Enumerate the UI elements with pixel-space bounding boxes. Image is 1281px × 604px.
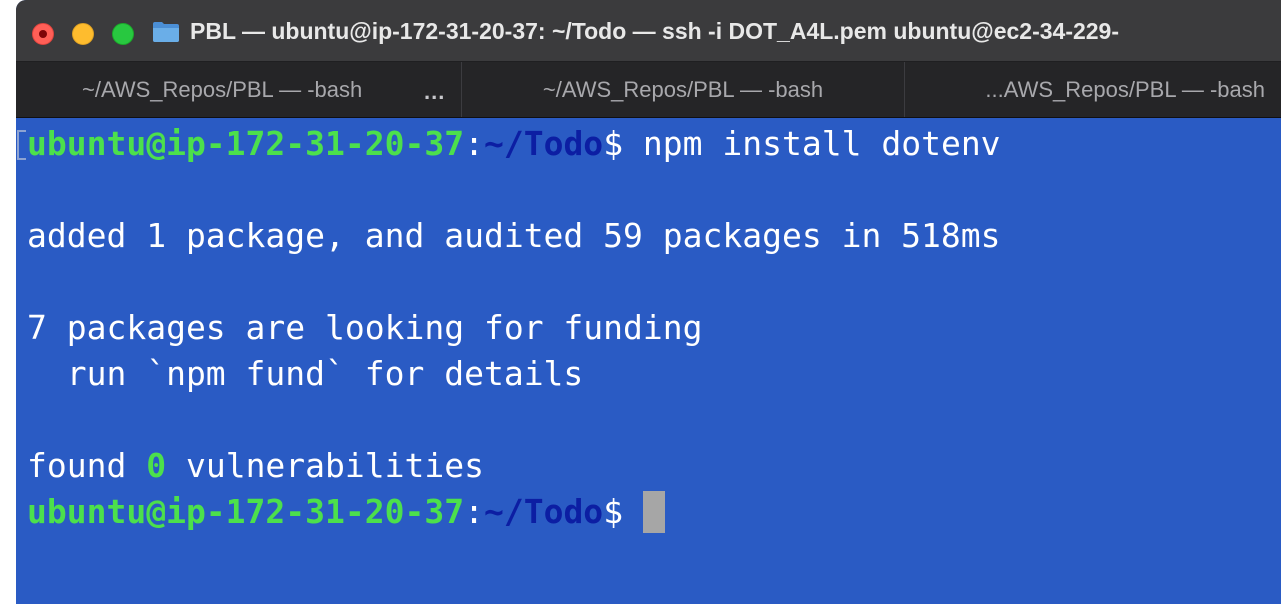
terminal-window: PBL — ubuntu@ip-172-31-20-37: ~/Todo — s… (16, 0, 1281, 604)
terminal-output[interactable]: ubuntu@ip-172-31-20-37:~/Todo$ npm insta… (16, 118, 1281, 604)
tab-overflow-icon[interactable]: ... (424, 64, 445, 119)
tab-bash-1[interactable]: ~/AWS_Repos/PBL — -bash ... (16, 62, 461, 117)
title-bar[interactable]: PBL — ubuntu@ip-172-31-20-37: ~/Todo — s… (16, 0, 1281, 62)
minimize-button[interactable] (72, 23, 94, 45)
prompt-path: ~/Todo (483, 492, 604, 531)
prompt-path: ~/Todo (483, 124, 604, 163)
close-button[interactable] (32, 23, 54, 45)
output-found-prefix: found (27, 446, 147, 485)
prompt-user-host: ubuntu@ip-172-31-20-37 (27, 124, 465, 163)
vulnerability-count: 0 (146, 446, 167, 485)
output-fund-hint: run `npm fund` for details (27, 354, 584, 393)
output-found-suffix: vulnerabilities (166, 446, 484, 485)
mark-bracket-icon (17, 130, 26, 160)
command-line: ubuntu@ip-172-31-20-37:~/Todo$ npm insta… (27, 121, 1001, 167)
tab-bar: ~/AWS_Repos/PBL — -bash ... ~/AWS_Repos/… (16, 62, 1281, 118)
prompt-colon: : (464, 492, 484, 531)
tab-label: ~/AWS_Repos/PBL — -bash (542, 77, 824, 102)
output-vulnerabilities: found 0 vulnerabilities (27, 443, 484, 489)
prompt-dollar: $ (603, 124, 624, 163)
prompt-colon: : (464, 124, 484, 163)
prompt-dollar: $ (603, 492, 624, 531)
tab-label: ~/AWS_Repos/PBL — -bash (82, 77, 363, 102)
tab-bash-3[interactable]: ...AWS_Repos/PBL — -bash (904, 62, 1281, 117)
output-funding: 7 packages are looking for funding (27, 308, 703, 347)
window-title: PBL — ubuntu@ip-172-31-20-37: ~/Todo — s… (190, 18, 1120, 44)
text-cursor (642, 490, 665, 533)
prompt-line: ubuntu@ip-172-31-20-37:~/Todo$ (27, 489, 665, 535)
command-text: npm install dotenv (623, 124, 1001, 163)
prompt-user-host: ubuntu@ip-172-31-20-37 (27, 492, 465, 531)
zoom-button[interactable] (112, 23, 134, 45)
output-added: added 1 package, and audited 59 packages… (27, 216, 1001, 255)
tab-label: ...AWS_Repos/PBL — -bash (985, 77, 1265, 102)
tab-bash-2[interactable]: ~/AWS_Repos/PBL — -bash (461, 62, 904, 117)
folder-icon (153, 22, 179, 42)
